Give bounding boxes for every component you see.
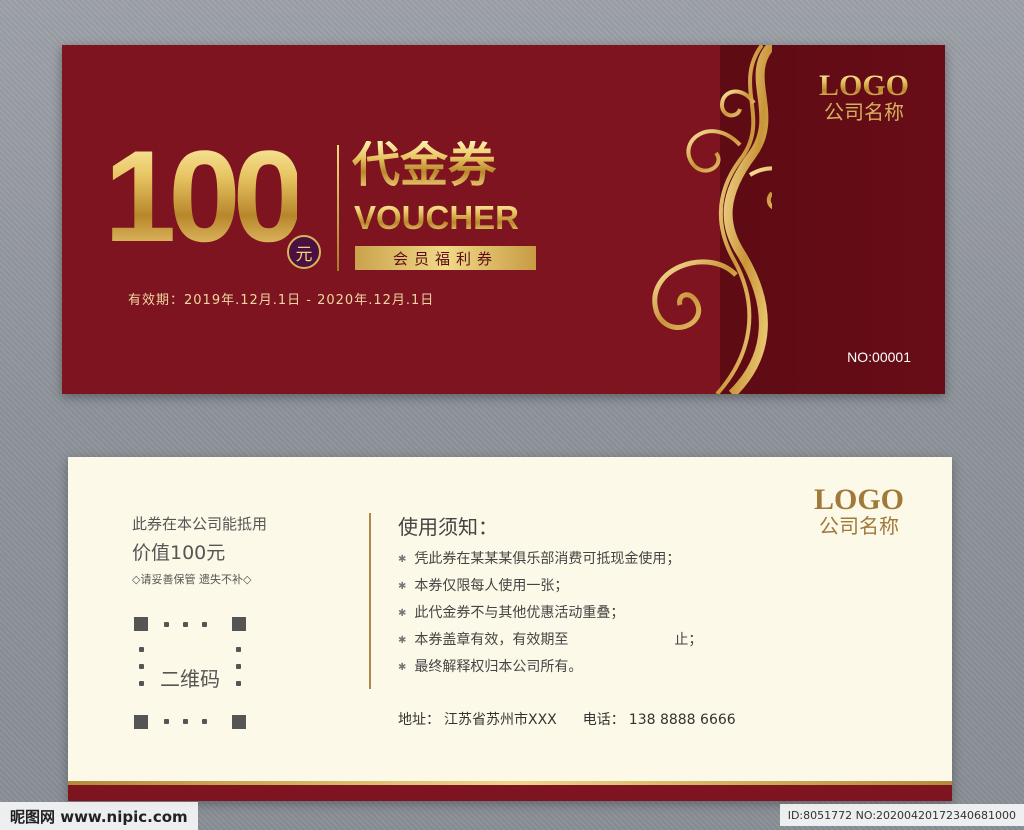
usage-notes-heading: 使用须知：: [398, 515, 498, 539]
title-chinese: 代金券: [352, 137, 497, 193]
date-blank: [576, 627, 666, 654]
logo-text: LOGO: [818, 69, 909, 102]
voucher-back: 此券在本公司能抵用 价值100元 ◇请妥善保管 遗失不补◇ 二维码 使用须知： …: [68, 457, 952, 801]
qr-label: 二维码: [160, 667, 220, 691]
voucher-front: 100 元 代金券 VOUCHER 会员福利券 有效期：2019年.12月.1日…: [62, 45, 945, 394]
qr-corner: [134, 715, 148, 729]
bullet-icon: ✱: [398, 608, 407, 619]
currency-badge: 元: [287, 235, 321, 269]
contact-info: 地址： 江苏省苏州市XXX 电话： 138 8888 6666: [398, 709, 736, 729]
serial-number: NO:00001: [847, 349, 911, 365]
qr-corner: [232, 715, 246, 729]
value-line-2: 价值100元: [132, 542, 226, 564]
validity-period: 有效期：2019年.12月.1日 - 2020年.12月.1日: [128, 293, 435, 308]
back-logo-block: LOGO 公司名称: [813, 483, 904, 538]
phone: 电话： 138 8888 6666: [582, 712, 736, 728]
usage-note-item: ✱ 此代金券不与其他优惠活动重叠；: [398, 600, 702, 627]
value-line-1: 此券在本公司能抵用: [132, 515, 268, 533]
usage-note-item: ✱ 本券盖章有效，有效期至 止；: [398, 627, 702, 654]
bullet-icon: ✱: [398, 581, 407, 592]
usage-notes: 使用须知： ✱ 凭此券在某某某俱乐部消费可抵现金使用； ✱ 本券仅限每人使用一张…: [398, 511, 702, 681]
company-name: 公司名称: [823, 100, 904, 124]
image-id-watermark: ID:8051772 NO:20200420172340681000: [779, 804, 1024, 826]
member-benefit-label: 会员福利券: [355, 246, 536, 270]
qr-code-placeholder: 二维码: [134, 617, 246, 729]
usage-note-item: ✱ 最终解释权归本公司所有。: [398, 654, 702, 681]
usage-note-item: ✱ 凭此券在某某某俱乐部消费可抵现金使用；: [398, 546, 702, 573]
qr-corner: [232, 617, 246, 631]
usage-note-item: ✱ 本券仅限每人使用一张；: [398, 573, 702, 600]
value-statement: 此券在本公司能抵用 价值100元 ◇请妥善保管 遗失不补◇: [132, 513, 267, 587]
voucher-amount: 100: [104, 123, 305, 269]
qr-dots: [164, 622, 207, 627]
back-divider: [369, 513, 371, 689]
qr-dots: [164, 719, 207, 724]
bullet-icon: ✱: [398, 662, 407, 673]
title-divider: [337, 145, 339, 271]
bullet-icon: ✱: [398, 635, 407, 646]
front-logo-block: LOGO 公司名称: [818, 69, 909, 124]
title-english: VOUCHER: [354, 199, 520, 236]
qr-corner: [134, 617, 148, 631]
gold-swirl-ornament: [652, 45, 772, 394]
value-line-3: ◇请妥善保管 遗失不补◇: [132, 573, 252, 586]
bullet-icon: ✱: [398, 554, 407, 565]
site-watermark: 昵图网 www.nipic.com: [0, 802, 198, 830]
address: 地址： 江苏省苏州市XXX: [398, 712, 557, 728]
company-name: 公司名称: [818, 514, 899, 538]
red-stripe: [68, 785, 952, 801]
logo-text: LOGO: [813, 483, 904, 516]
